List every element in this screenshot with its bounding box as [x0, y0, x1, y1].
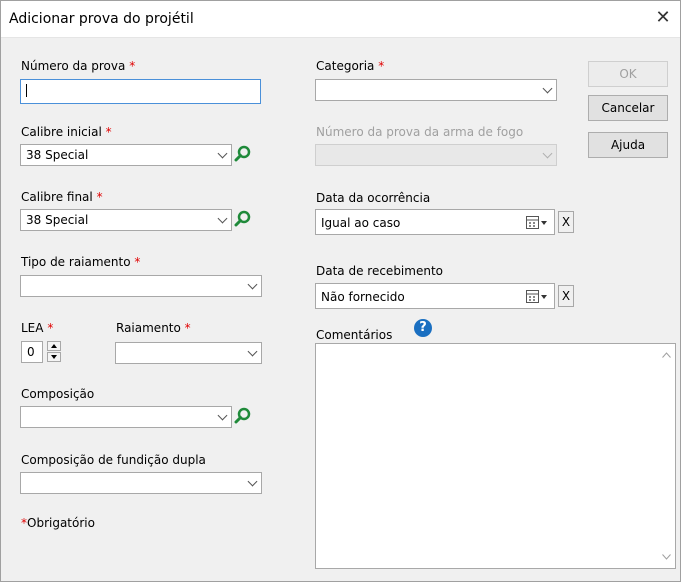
composicao-label: Composição	[21, 387, 95, 401]
comentarios-label: Comentários	[316, 328, 393, 342]
numero-arma-select	[315, 144, 557, 166]
required-marker: *	[129, 59, 136, 73]
chevron-down-icon	[538, 145, 556, 165]
dialog: Adicionar prova do projétil ✕ Número da …	[0, 0, 681, 582]
composicao-select[interactable]	[20, 406, 232, 428]
chevron-down-icon[interactable]	[213, 407, 231, 427]
data-recebimento-value: Não fornecido	[321, 290, 405, 304]
numero-arma-label: Número da prova da arma de fogo	[316, 125, 524, 139]
search-icon[interactable]	[234, 210, 252, 228]
required-marker: *	[184, 321, 191, 335]
tipo-raiamento-select[interactable]	[20, 275, 262, 297]
close-icon[interactable]: ✕	[652, 7, 674, 29]
tipo-raiamento-label: Tipo de raiamento *	[21, 255, 140, 269]
numero-prova-label: Número da prova *	[21, 59, 135, 73]
calibre-inicial-value: 38 Special	[26, 148, 89, 162]
required-note-text: Obrigatório	[27, 516, 95, 530]
required-marker: *	[47, 321, 54, 335]
clear-data-recebimento-button[interactable]: X	[558, 285, 574, 307]
increment-button[interactable]	[47, 341, 61, 351]
ok-button[interactable]: OK	[588, 61, 668, 87]
scroll-up-icon[interactable]	[662, 352, 671, 358]
calibre-final-label: Calibre final *	[21, 190, 103, 204]
required-marker: *	[105, 125, 112, 139]
calibre-inicial-label: Calibre inicial *	[21, 125, 112, 139]
comentarios-textarea[interactable]	[315, 343, 676, 569]
lea-label-text: LEA	[21, 321, 44, 335]
dialog-title: Adicionar prova do projétil	[9, 11, 194, 27]
title-bar: Adicionar prova do projétil ✕	[1, 1, 680, 38]
chevron-down-icon[interactable]	[538, 80, 556, 100]
data-ocorrencia-value: Igual ao caso	[321, 216, 401, 230]
chevron-down-icon[interactable]	[213, 145, 231, 165]
raiamento-select[interactable]	[115, 342, 262, 364]
vertical-scrollbar[interactable]	[658, 344, 675, 568]
required-marker: *	[378, 59, 385, 73]
text-caret	[26, 84, 27, 97]
search-icon[interactable]	[234, 145, 252, 163]
required-marker: *	[134, 255, 141, 269]
search-icon[interactable]	[234, 407, 252, 425]
required-marker: *	[96, 190, 103, 204]
raiamento-label: Raiamento *	[116, 321, 191, 335]
cancel-button[interactable]: Cancelar	[588, 95, 668, 121]
lea-label: LEA *	[21, 321, 53, 335]
chevron-down-icon[interactable]	[243, 343, 261, 363]
calibre-final-select[interactable]: 38 Special	[20, 209, 232, 231]
calibre-inicial-select[interactable]: 38 Special	[20, 144, 232, 166]
data-ocorrencia-label: Data da ocorrência	[316, 191, 431, 205]
data-recebimento-label: Data de recebimento	[316, 264, 443, 278]
composicao-dupla-label: Composição de fundição dupla	[21, 453, 206, 467]
chevron-down-icon[interactable]	[243, 276, 261, 296]
numero-prova-input[interactable]	[20, 79, 261, 104]
help-button[interactable]: Ajuda	[588, 132, 668, 158]
calendar-icon[interactable]	[526, 216, 548, 230]
composicao-dupla-select[interactable]	[20, 472, 262, 494]
categoria-select[interactable]	[315, 79, 557, 101]
required-note: *Obrigatório	[21, 516, 95, 530]
chevron-down-icon[interactable]	[213, 210, 231, 230]
numero-prova-label-text: Número da prova	[21, 59, 126, 73]
calibre-final-value: 38 Special	[26, 213, 89, 227]
help-icon[interactable]: ?	[414, 319, 432, 337]
calendar-icon[interactable]	[526, 290, 548, 304]
tipo-raiamento-label-text: Tipo de raiamento	[21, 255, 131, 269]
categoria-label: Categoria *	[316, 59, 384, 73]
decrement-button[interactable]	[47, 352, 61, 362]
categoria-label-text: Categoria	[316, 59, 375, 73]
clear-data-ocorrencia-button[interactable]: X	[558, 211, 574, 233]
raiamento-label-text: Raiamento	[116, 321, 181, 335]
chevron-down-icon[interactable]	[243, 473, 261, 493]
lea-input[interactable]: 0	[21, 341, 43, 363]
calibre-final-label-text: Calibre final	[21, 190, 93, 204]
data-ocorrencia-field[interactable]: Igual ao caso	[315, 209, 555, 235]
data-recebimento-field[interactable]: Não fornecido	[315, 283, 555, 309]
calibre-inicial-label-text: Calibre inicial	[21, 125, 102, 139]
scroll-down-icon[interactable]	[662, 554, 671, 560]
